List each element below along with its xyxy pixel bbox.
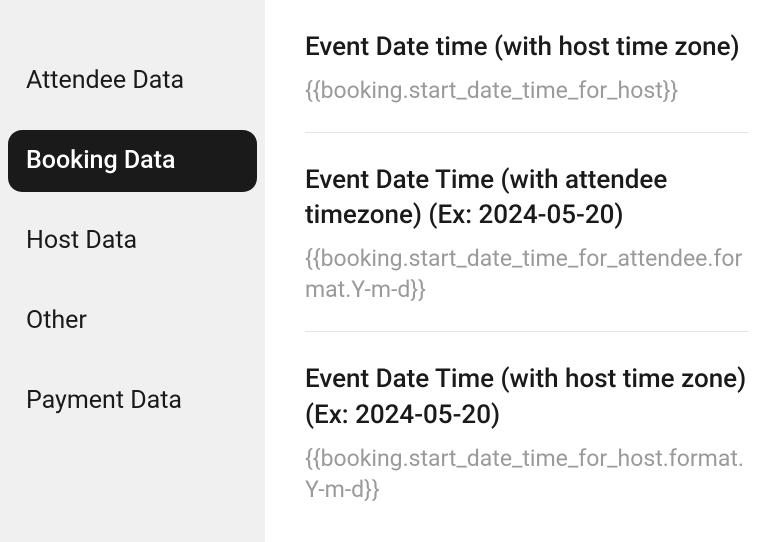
item-title: Event Date time (with host time zone) — [305, 30, 748, 65]
sidebar-item-other[interactable]: Other — [8, 290, 257, 352]
list-item[interactable]: Event Date Time (with host time zone) (E… — [305, 332, 748, 530]
sidebar-item-label: Attendee Data — [26, 66, 184, 95]
item-title: Event Date Time (with attendee timezone)… — [305, 163, 748, 233]
list-item[interactable]: Event Date time (with host time zone) {{… — [305, 0, 748, 133]
sidebar-item-label: Payment Data — [26, 386, 182, 415]
sidebar-item-label: Other — [26, 306, 87, 335]
sidebar-item-payment-data[interactable]: Payment Data — [8, 370, 257, 432]
sidebar: Attendee Data Booking Data Host Data Oth… — [0, 0, 265, 542]
sidebar-item-host-data[interactable]: Host Data — [8, 210, 257, 272]
item-code: {{booking.start_date_time_for_host.forma… — [305, 443, 748, 505]
sidebar-item-booking-data[interactable]: Booking Data — [8, 130, 257, 192]
sidebar-item-label: Booking Data — [26, 146, 175, 175]
sidebar-item-attendee-data[interactable]: Attendee Data — [8, 50, 257, 112]
item-code: {{booking.start_date_time_for_attendee.f… — [305, 243, 748, 305]
content-panel: Event Date time (with host time zone) {{… — [265, 0, 778, 542]
item-title: Event Date Time (with host time zone) (E… — [305, 362, 748, 432]
item-code: {{booking.start_date_time_for_host}} — [305, 75, 748, 106]
list-item[interactable]: Event Date Time (with attendee timezone)… — [305, 133, 748, 332]
sidebar-item-label: Host Data — [26, 226, 137, 255]
